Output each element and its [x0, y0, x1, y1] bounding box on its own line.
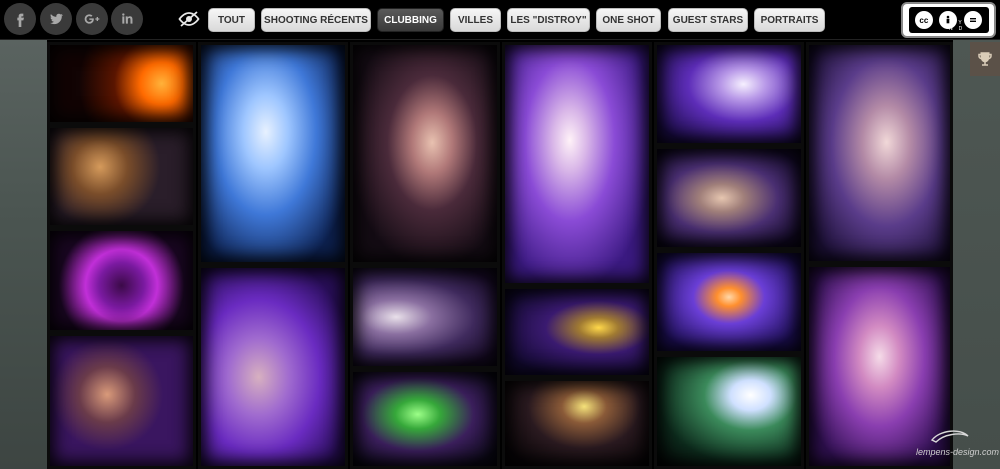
linkedin-icon[interactable]: [111, 3, 143, 35]
gallery-photo[interactable]: [654, 354, 804, 469]
gallery-photo[interactable]: [654, 42, 804, 146]
gallery-photo[interactable]: [350, 42, 500, 265]
gallery-photo[interactable]: [47, 333, 196, 469]
creative-commons-license-badge[interactable]: cc BY ND: [901, 2, 996, 38]
eye-icon[interactable]: [177, 11, 201, 27]
filter-tout-button[interactable]: TOUT: [208, 8, 255, 32]
right-background-panel: [953, 40, 1000, 469]
gallery-photo[interactable]: [47, 228, 196, 333]
trophy-icon[interactable]: [970, 42, 1000, 76]
filter-shooting-recents-button[interactable]: SHOOTING RÉCENTS: [261, 8, 371, 32]
google-plus-icon[interactable]: [76, 3, 108, 35]
gallery-photo[interactable]: [198, 42, 348, 265]
filter-villes-button[interactable]: VILLES: [450, 8, 501, 32]
gallery-photo[interactable]: [654, 146, 804, 250]
twitter-icon[interactable]: [40, 3, 72, 35]
license-labels: BY ND: [949, 20, 994, 32]
gallery-photo[interactable]: [654, 250, 804, 354]
gallery-photo[interactable]: [350, 265, 500, 369]
gallery-photo[interactable]: [502, 286, 652, 378]
filter-les-distroy-button[interactable]: LES "DISTROY": [507, 8, 590, 32]
filter-one-shot-button[interactable]: ONE SHOT: [596, 8, 661, 32]
gallery-photo[interactable]: [47, 42, 196, 125]
gallery-photo[interactable]: [502, 42, 652, 286]
filter-portraits-button[interactable]: PORTRAITS: [754, 8, 825, 32]
gallery-photo[interactable]: [198, 265, 348, 469]
cc-icon: cc: [914, 11, 933, 29]
facebook-icon[interactable]: [4, 3, 36, 35]
watermark-logo-icon: [930, 430, 969, 443]
filter-guest-stars-button[interactable]: GUEST STARS: [668, 8, 748, 32]
gallery-photo[interactable]: [350, 369, 500, 469]
nd-label: ND: [949, 26, 969, 32]
top-navigation-bar: TOUT SHOOTING RÉCENTS CLUBBING VILLES LE…: [0, 0, 1000, 40]
gallery-photo[interactable]: [47, 125, 196, 228]
gallery-photo[interactable]: [806, 42, 953, 264]
watermark-text: lempens-design.com: [916, 447, 1000, 457]
left-background-panel: [0, 40, 47, 469]
filter-clubbing-button[interactable]: CLUBBING: [377, 8, 444, 32]
gallery-photo[interactable]: [502, 378, 652, 469]
